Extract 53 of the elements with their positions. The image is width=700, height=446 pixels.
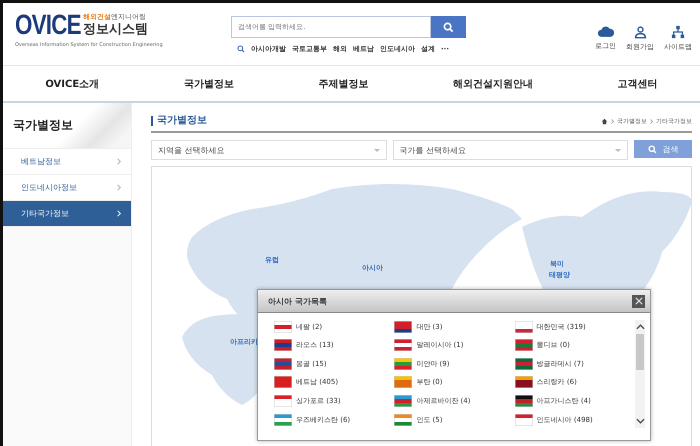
chevron-icon <box>611 118 614 124</box>
chevron-icon <box>117 184 121 191</box>
region-select[interactable]: 지역을 선택하세요 <box>151 140 386 160</box>
flag-icon <box>514 358 533 370</box>
nav-tab[interactable]: 국가별정보 <box>180 72 238 94</box>
sidebar-item[interactable]: 기타국가정보 <box>3 201 131 227</box>
flag-icon <box>394 320 412 332</box>
flag-icon <box>274 339 292 352</box>
country-select[interactable]: 국가를 선택하세요 <box>392 140 628 160</box>
flag-icon <box>514 414 533 426</box>
flag-icon <box>274 320 292 332</box>
flag-icon <box>514 395 533 408</box>
flag-icon <box>394 376 412 388</box>
user-icon <box>634 25 646 39</box>
scroll-down-icon[interactable] <box>636 418 644 424</box>
nav-tab[interactable]: OVICE소개 <box>41 72 104 94</box>
flag-icon <box>514 376 533 388</box>
chevron-icon <box>650 118 653 124</box>
caret-icon <box>374 148 380 152</box>
flag-icon <box>514 320 533 332</box>
flag-icon <box>394 339 412 352</box>
caret-icon <box>615 148 621 152</box>
popup-title: 아시아 국가목록 <box>268 296 327 306</box>
chevron-icon <box>117 158 121 165</box>
flag-icon <box>514 339 533 352</box>
search-icon <box>237 45 245 53</box>
nav-tab[interactable]: 고객센터 <box>614 72 662 94</box>
search-button[interactable] <box>431 16 466 38</box>
flag-icon <box>274 414 292 426</box>
scrollbar[interactable] <box>635 320 645 428</box>
flag-icon <box>394 395 412 408</box>
nav-tab[interactable]: 주제별정보 <box>314 72 372 94</box>
sidebar-title: 국가별정보 <box>3 103 131 149</box>
cloud-icon <box>596 25 614 38</box>
close-icon <box>634 297 642 305</box>
page-title: 국가별정보 <box>151 116 207 126</box>
home-icon <box>601 118 608 124</box>
logo-text: OVICE <box>15 9 81 41</box>
flag-icon <box>274 358 292 370</box>
nav-tab[interactable]: 해외건설지원안내 <box>449 72 538 94</box>
scroll-up-icon[interactable] <box>636 324 644 330</box>
flag-icon <box>394 414 412 426</box>
search-icon <box>443 22 454 32</box>
flag-icon <box>274 376 292 388</box>
chevron-icon <box>117 210 121 217</box>
search-icon <box>648 144 656 154</box>
sitemap-icon <box>671 25 685 39</box>
sidebar-item[interactable]: 인도네시아정보 <box>3 175 131 201</box>
flag-icon <box>274 395 292 408</box>
system-name: 정보시스템 <box>83 23 148 36</box>
flag-icon <box>394 358 412 370</box>
close-button[interactable] <box>632 294 645 308</box>
sidebar-item[interactable]: 베트남정보 <box>3 149 131 175</box>
